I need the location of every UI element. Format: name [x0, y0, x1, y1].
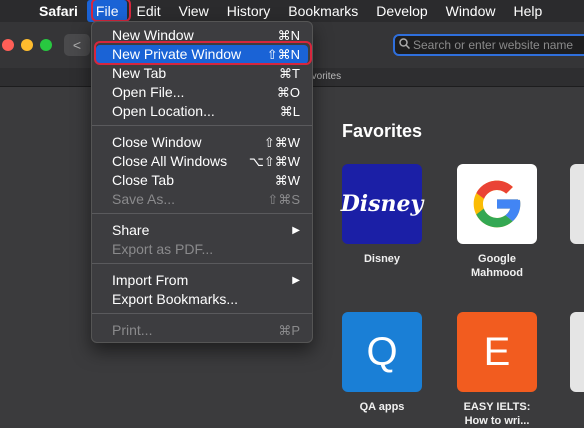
menu-item-label: New Tab: [112, 65, 167, 81]
submenu-arrow-icon: ▶: [292, 275, 300, 286]
menu-separator: [92, 263, 312, 264]
favorite-tile-disney[interactable]: Disney Disney: [332, 164, 432, 266]
shortcut: ⌘L: [279, 104, 300, 119]
address-bar[interactable]: [393, 34, 584, 56]
favorite-label: EASY IELTS: How to wri...: [463, 401, 531, 427]
zoom-window-button[interactable]: [40, 39, 52, 51]
menu-edit[interactable]: Edit: [127, 0, 169, 22]
menu-item-new-tab[interactable]: New Tab ⌘T: [96, 64, 308, 83]
shortcut: ⌥⇧⌘W: [248, 154, 300, 169]
menu-item-close-all-windows[interactable]: Close All Windows ⌥⇧⌘W: [96, 152, 308, 171]
close-window-button[interactable]: [2, 39, 14, 51]
menu-item-label: Share: [112, 222, 150, 238]
menu-separator: [92, 313, 312, 314]
menu-bookmarks[interactable]: Bookmarks: [279, 0, 367, 22]
favorite-label: Disney: [363, 253, 401, 265]
menu-item-open-file[interactable]: Open File... ⌘O: [96, 83, 308, 102]
submenu-arrow-icon: ▶: [292, 225, 300, 236]
favorite-label: QA apps: [359, 401, 405, 413]
menu-item-export-pdf: Export as PDF...: [96, 240, 308, 259]
favorite-tile-easy-ielts[interactable]: E EASY IELTS: How to wri...: [447, 312, 547, 428]
menu-item-open-location[interactable]: Open Location... ⌘L: [96, 102, 308, 121]
search-icon: [395, 38, 413, 52]
menu-view[interactable]: View: [170, 0, 218, 22]
disney-icon: Disney: [341, 164, 423, 244]
menu-item-label: Open File...: [112, 84, 185, 100]
shortcut: ⌘W: [274, 173, 300, 188]
menu-item-label: Close All Windows: [112, 153, 228, 169]
favorite-tile-partial[interactable]: [570, 164, 584, 244]
menu-bar: Safari File Edit View History Bookmarks …: [0, 0, 584, 22]
menu-item-label: Print...: [112, 322, 153, 338]
menu-item-label: Import From: [112, 272, 189, 288]
menu-window[interactable]: Window: [437, 0, 505, 22]
menu-item-label: Open Location...: [112, 103, 215, 119]
back-button[interactable]: <: [64, 34, 90, 56]
shortcut: ⌘P: [278, 323, 300, 338]
menu-separator: [92, 125, 312, 126]
favorite-tile-google[interactable]: Google Mahmood: [447, 164, 547, 280]
shortcut: ⌘O: [276, 85, 300, 100]
menu-app-safari[interactable]: Safari: [30, 0, 87, 22]
menu-item-share[interactable]: Share ▶: [96, 221, 308, 240]
menu-item-close-tab[interactable]: Close Tab ⌘W: [96, 171, 308, 190]
shortcut: ⇧⌘W: [263, 135, 300, 150]
menu-item-print: Print... ⌘P: [96, 321, 308, 340]
favorite-tile-qa-apps[interactable]: Q QA apps: [332, 312, 432, 414]
menu-separator: [92, 213, 312, 214]
favorites-heading: Favorites: [342, 121, 423, 141]
menu-item-label: Export as PDF...: [112, 241, 214, 257]
annotation-ring-file: [91, 0, 131, 22]
menu-item-close-window[interactable]: Close Window ⇧⌘W: [96, 133, 308, 152]
easy-ielts-icon: E: [457, 312, 537, 392]
menu-item-import-from[interactable]: Import From ▶: [96, 271, 308, 290]
shortcut: ⌘T: [279, 66, 300, 81]
favorite-tile-partial[interactable]: [570, 312, 584, 392]
file-menu: New Window ⌘N New Private Window ⇧⌘N New…: [91, 21, 313, 343]
favorite-label: Google Mahmood: [471, 253, 523, 279]
search-input[interactable]: [413, 38, 583, 52]
menu-item-label: Close Tab: [112, 172, 175, 188]
menu-item-save-as: Save As... ⇧⌘S: [96, 190, 308, 209]
shortcut: ⇧⌘S: [267, 192, 300, 207]
annotation-ring-new-private-window: [94, 41, 312, 65]
menu-item-label: Close Window: [112, 134, 202, 150]
qa-apps-icon: Q: [342, 312, 422, 392]
menu-item-label: Save As...: [112, 191, 176, 207]
menu-develop[interactable]: Develop: [367, 0, 436, 22]
menu-item-label: Export Bookmarks...: [112, 291, 239, 307]
menu-item-export-bookmarks[interactable]: Export Bookmarks...: [96, 290, 308, 309]
menu-help[interactable]: Help: [504, 0, 551, 22]
menu-history[interactable]: History: [218, 0, 280, 22]
google-icon: [457, 164, 537, 244]
minimize-window-button[interactable]: [21, 39, 33, 51]
